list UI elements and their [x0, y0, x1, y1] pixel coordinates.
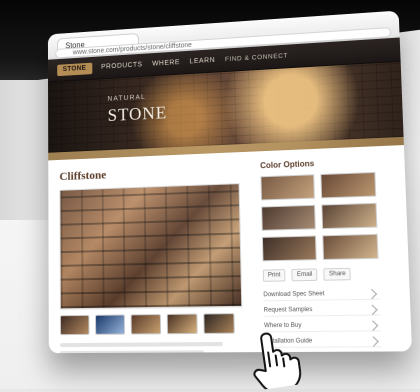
chevron-right-icon: [367, 304, 378, 315]
product-main-image[interactable]: [59, 183, 243, 310]
product-description: [60, 342, 241, 354]
color-swatch[interactable]: [260, 174, 315, 201]
thumbnail-5[interactable]: [203, 313, 235, 334]
hero-kicker: Natural: [107, 93, 146, 103]
sidebar-link[interactable]: Download Spec Sheet: [263, 288, 381, 302]
description-line: [60, 350, 205, 354]
share-button[interactable]: Share: [323, 267, 352, 281]
nav-products[interactable]: PRODUCTS: [101, 61, 143, 70]
nav-find-connect[interactable]: FIND & CONNECT: [225, 52, 288, 63]
stage: Stone www.stone.com/products/stone/cliff…: [0, 0, 420, 392]
print-button[interactable]: Print: [262, 269, 286, 282]
thumbnail-1[interactable]: [59, 314, 90, 336]
color-swatch[interactable]: [320, 171, 377, 199]
color-swatches: [260, 171, 379, 262]
page-content: Cliffstone Color Options Print Email Sha…: [48, 145, 413, 354]
chevron-right-icon: [367, 319, 379, 331]
browser-window: Stone www.stone.com/products/stone/cliff…: [47, 10, 413, 354]
sidebar-link[interactable]: Request Samples: [263, 303, 381, 317]
color-swatch[interactable]: [321, 202, 378, 230]
nav-learn[interactable]: LEARN: [190, 57, 216, 65]
hand-cursor-icon: [253, 332, 302, 392]
share-tools: Print Email Share: [262, 267, 380, 282]
chevron-right-icon: [368, 335, 379, 347]
color-swatch[interactable]: [322, 233, 379, 261]
email-button[interactable]: Email: [291, 268, 318, 282]
sidebar-link-label: Request Samples: [263, 306, 313, 314]
nav-where[interactable]: WHERE: [152, 59, 180, 67]
hero-title: STONE: [107, 102, 168, 125]
thumbnail-3[interactable]: [130, 314, 162, 335]
site-brand[interactable]: STONE: [57, 62, 92, 76]
chevron-right-icon: [366, 288, 378, 299]
sidebar-link-label: Download Spec Sheet: [263, 291, 325, 299]
description-line: [60, 342, 223, 348]
sidebar: Color Options Print Email Share Download…: [260, 157, 382, 348]
color-swatch[interactable]: [261, 204, 316, 231]
color-swatch[interactable]: [261, 235, 317, 262]
thumbnail-4[interactable]: [166, 313, 198, 335]
color-options-title: Color Options: [260, 159, 315, 171]
thumbnail-2[interactable]: [95, 314, 126, 335]
